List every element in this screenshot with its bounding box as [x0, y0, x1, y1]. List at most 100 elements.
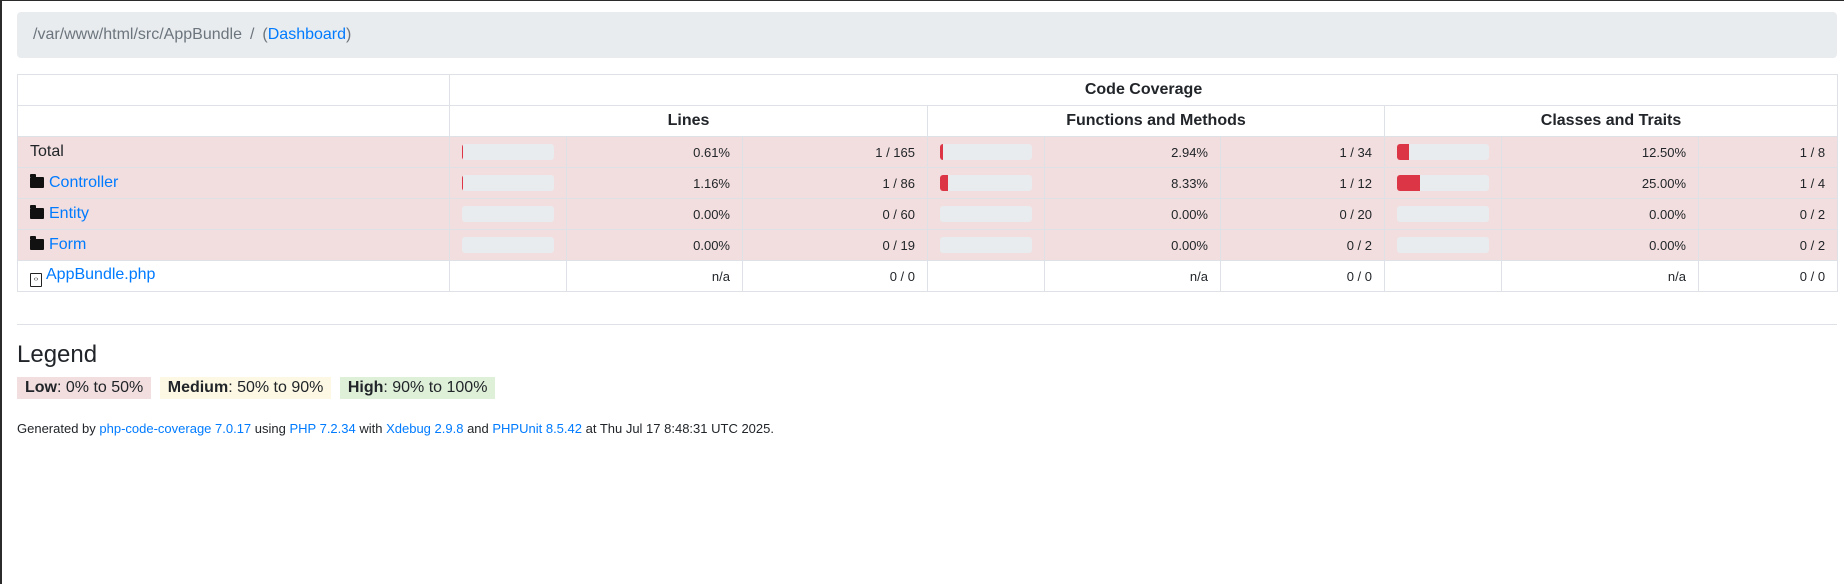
- functions-progress-bar: [940, 175, 1032, 191]
- functions-ratio: 0 / 0: [1220, 260, 1385, 292]
- lines-ratio: 0 / 60: [742, 198, 928, 230]
- php-code-coverage-link[interactable]: php-code-coverage 7.0.17: [99, 421, 251, 436]
- lines-bar-cell: [449, 229, 567, 261]
- classes-percent: 12.50%: [1501, 136, 1699, 168]
- functions-ratio: 0 / 20: [1220, 198, 1385, 230]
- functions-percent: n/a: [1044, 260, 1221, 292]
- functions-percent: 0.00%: [1044, 198, 1221, 230]
- functions-percent: 2.94%: [1044, 136, 1221, 168]
- footer-text: using: [251, 421, 290, 436]
- lines-ratio: 0 / 19: [742, 229, 928, 261]
- row-name-cell: Form: [17, 229, 450, 261]
- lines-progress-bar: [462, 175, 554, 191]
- row-name-cell: ‹› AppBundle.php: [17, 260, 450, 292]
- folder-icon: [30, 205, 44, 219]
- functions-progress-bar: [940, 206, 1032, 222]
- classes-ratio: 1 / 8: [1697, 136, 1839, 168]
- dashboard-link[interactable]: Dashboard: [268, 26, 346, 44]
- functions-progress-bar: [940, 237, 1032, 253]
- divider: [17, 324, 1837, 325]
- folder-icon: [30, 236, 44, 250]
- classes-bar-cell: [1384, 167, 1502, 199]
- classes-percent: 25.00%: [1501, 167, 1699, 199]
- classes-ratio: 0 / 2: [1697, 198, 1839, 230]
- lines-header: Lines: [449, 105, 928, 137]
- lines-progress-fill: [462, 144, 464, 160]
- total-label: Total: [30, 143, 64, 160]
- table-row: Controller 1.16% 1 / 86 8.33% 1 / 12 25.00% 1 …: [17, 167, 1839, 199]
- row-link-form[interactable]: Form: [49, 236, 86, 253]
- classes-percent: n/a: [1501, 260, 1699, 292]
- classes-progress-bar: [1397, 237, 1489, 253]
- legend: Low: 0% to 50% Medium: 50% to 90% High: …: [17, 377, 1837, 399]
- classes-ratio: 0 / 2: [1697, 229, 1839, 261]
- lines-bar-cell: [449, 136, 567, 168]
- row-name-cell: Controller: [17, 167, 450, 199]
- lines-percent: n/a: [566, 260, 743, 292]
- classes-percent: 0.00%: [1501, 198, 1699, 230]
- breadcrumb-separator: /: [249, 26, 255, 43]
- lines-bar-cell: [449, 198, 567, 230]
- row-link-appbundle-php[interactable]: AppBundle.php: [46, 266, 155, 283]
- functions-bar-cell: [927, 260, 1045, 292]
- row-name-cell: Total: [17, 136, 450, 168]
- functions-progress-fill: [940, 144, 943, 160]
- lines-percent: 0.00%: [566, 229, 743, 261]
- classes-progress-fill: [1397, 175, 1420, 191]
- coverage-table-body: Total 0.61% 1 / 165 2.94% 1 / 34 12.50% 1 / 8 C…: [17, 136, 1839, 292]
- classes-bar-cell: [1384, 136, 1502, 168]
- footer-text: with: [355, 421, 387, 436]
- code-coverage-header: Code Coverage: [448, 74, 1839, 106]
- xdebug-link[interactable]: Xdebug 2.9.8: [386, 421, 463, 436]
- functions-ratio: 1 / 12: [1220, 167, 1385, 199]
- table-row: ‹› AppBundle.php n/a 0 / 0 n/a 0 / 0 n/a 0 / 0: [17, 260, 1839, 292]
- functions-ratio: 0 / 2: [1220, 229, 1385, 261]
- functions-percent: 0.00%: [1044, 229, 1221, 261]
- empty-header-cell: [17, 74, 450, 106]
- row-link-entity[interactable]: Entity: [49, 205, 89, 222]
- lines-progress-fill: [462, 175, 464, 191]
- classes-progress-bar: [1397, 206, 1489, 222]
- lines-ratio: 0 / 0: [742, 260, 928, 292]
- footer-text: and: [463, 421, 493, 436]
- legend-medium: Medium: 50% to 90%: [159, 377, 332, 399]
- functions-ratio: 1 / 34: [1220, 136, 1385, 168]
- functions-progress-bar: [940, 144, 1032, 160]
- legend-low: Low: 0% to 50%: [17, 377, 152, 399]
- legend-title: Legend: [17, 341, 98, 368]
- classes-percent: 0.00%: [1501, 229, 1699, 261]
- classes-progress-bar: [1397, 144, 1489, 160]
- classes-progress-fill: [1397, 144, 1409, 160]
- functions-bar-cell: [927, 167, 1045, 199]
- coverage-table: Code Coverage Lines Functions and Method…: [17, 74, 1839, 292]
- lines-percent: 1.16%: [566, 167, 743, 199]
- classes-bar-cell: [1384, 260, 1502, 292]
- breadcrumb: /var/www/html/src/AppBundle / (Dashboard…: [17, 12, 1837, 58]
- lines-percent: 0.61%: [566, 136, 743, 168]
- table-row: Entity 0.00% 0 / 60 0.00% 0 / 20 0.00% 0 / 2: [17, 198, 1839, 230]
- footer-text: at Thu Jul 17 8:48:31 UTC 2025.: [581, 421, 774, 436]
- folder-icon: [30, 174, 44, 188]
- functions-bar-cell: [927, 198, 1045, 230]
- lines-progress-bar: [462, 237, 554, 253]
- classes-ratio: 1 / 4: [1697, 167, 1839, 199]
- classes-header: Classes and Traits: [1383, 105, 1839, 137]
- lines-ratio: 1 / 165: [742, 136, 928, 168]
- lines-progress-bar: [462, 206, 554, 222]
- classes-bar-cell: [1384, 198, 1502, 230]
- file-code-icon: ‹›: [30, 272, 42, 287]
- breadcrumb-path: /var/www/html/src/AppBundle: [33, 26, 242, 43]
- functions-percent: 8.33%: [1044, 167, 1221, 199]
- lines-bar-cell: [449, 260, 567, 292]
- legend-high: High: 90% to 100%: [339, 377, 496, 399]
- lines-bar-cell: [449, 167, 567, 199]
- table-row: Total 0.61% 1 / 165 2.94% 1 / 34 12.50% 1 / 8: [17, 136, 1839, 168]
- classes-bar-cell: [1384, 229, 1502, 261]
- footer-text: Generated by: [17, 421, 100, 436]
- page-container: /var/www/html/src/AppBundle / (Dashboard…: [17, 12, 1839, 436]
- phpunit-link[interactable]: PHPUnit 8.5.42: [492, 421, 582, 436]
- empty-header-cell: [17, 105, 450, 137]
- row-link-controller[interactable]: Controller: [49, 174, 118, 191]
- lines-progress-bar: [462, 144, 554, 160]
- php-link[interactable]: PHP 7.2.34: [289, 421, 355, 436]
